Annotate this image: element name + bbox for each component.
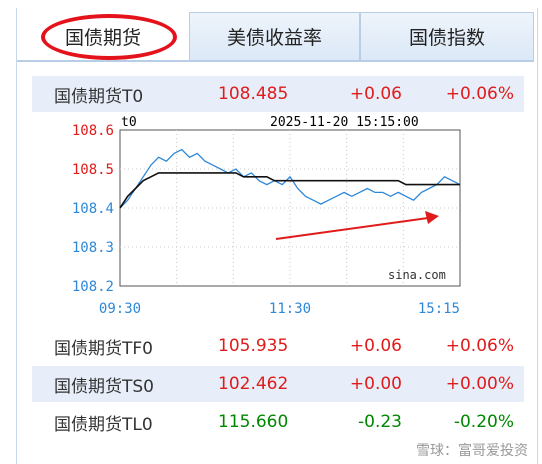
quote-row-ts0[interactable]: 国债期货TS0 102.462 +0.00 +0.00% (32, 366, 524, 402)
quote-percent: -0.20% (453, 412, 514, 432)
quote-row-tf0[interactable]: 国债期货TF0 105.935 +0.06 +0.06% (32, 328, 524, 364)
quote-price: 102.462 (218, 374, 289, 394)
quote-name: 国债期货TF0 (54, 338, 153, 359)
quote-percent: +0.00% (445, 374, 514, 394)
x-tick-label: 15:15 (418, 301, 460, 317)
quote-name: 国债期货TS0 (54, 376, 154, 397)
y-tick-label: 108.2 (72, 279, 114, 295)
quote-price: 105.935 (218, 336, 289, 356)
chart-watermark: sina.com (388, 268, 446, 282)
x-tick-label: 11:30 (269, 301, 311, 317)
quote-name: 国债期货TL0 (54, 414, 153, 435)
tab-treasury-index[interactable]: 国债指数 (360, 12, 534, 60)
quote-price: 115.660 (218, 412, 289, 432)
tab-us-treasury-yield[interactable]: 美债收益率 (189, 12, 360, 60)
quote-row-t0[interactable]: 国债期货T0 108.485 +0.06 +0.06% (32, 76, 524, 112)
y-tick-label: 108.4 (72, 201, 114, 217)
chart-symbol: t0 (121, 115, 137, 130)
chart-svg: 108.6 108.5 108.4 108.3 108.2 09:30 11:30 15:1… (72, 115, 461, 317)
quote-change: +0.06 (349, 336, 402, 356)
quote-percent: +0.06% (445, 84, 514, 104)
quote-name: 国债期货T0 (54, 86, 144, 107)
quote-row-tl0[interactable]: 国债期货TL0 115.660 -0.23 -0.20% (32, 404, 524, 440)
tab-treasury-futures[interactable]: 国债期货 (17, 12, 189, 60)
footer-watermark: 雪球：富哥爱投资 (416, 443, 528, 459)
quote-change: +0.00 (349, 374, 402, 394)
quote-price: 108.485 (218, 84, 289, 104)
y-tick-label: 108.3 (72, 240, 114, 256)
intraday-chart[interactable]: 108.6 108.5 108.4 108.3 108.2 09:30 11:30 15:1… (32, 112, 524, 328)
y-tick-label: 108.5 (72, 162, 114, 178)
quote-percent: +0.06% (445, 336, 514, 356)
y-tick-label: 108.6 (72, 123, 114, 139)
tab-bar: 国债期货 美债收益率 国债指数 (17, 12, 534, 62)
quote-change: -0.23 (358, 412, 402, 432)
quote-change: +0.06 (349, 84, 402, 104)
x-tick-label: 09:30 (99, 301, 141, 317)
chart-datetime: 2025-11-20 15:15:00 (270, 115, 419, 130)
